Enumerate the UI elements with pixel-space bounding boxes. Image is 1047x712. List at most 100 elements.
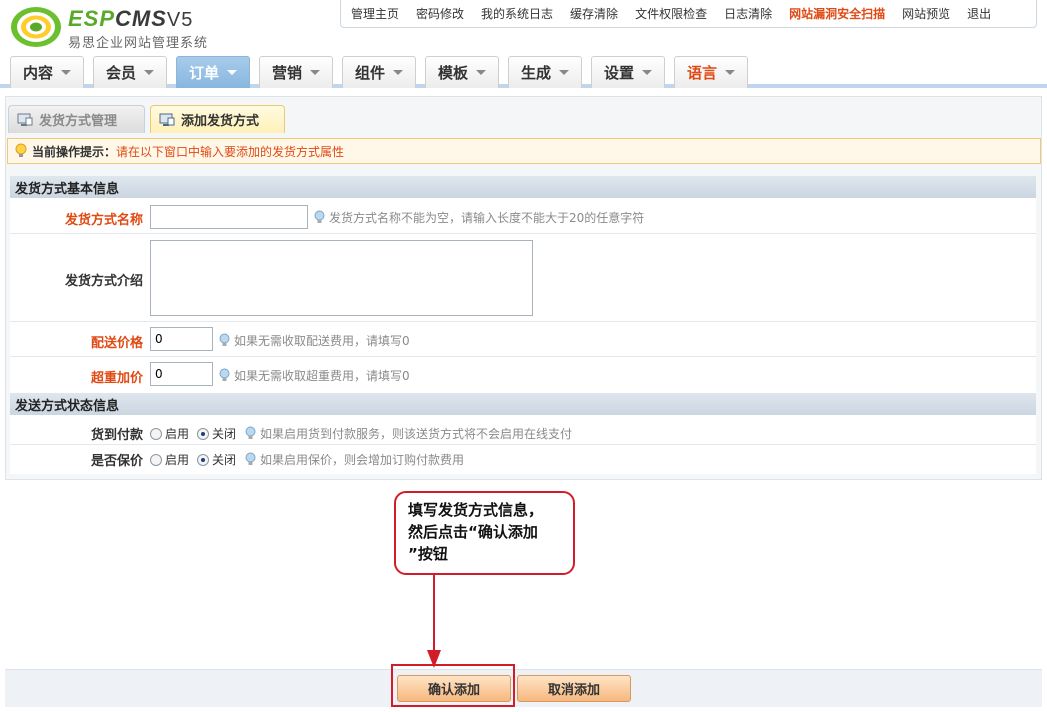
nav-tab-label: 语言: [686, 64, 717, 82]
logo-icon: [11, 7, 61, 47]
delivery-price-input[interactable]: [150, 327, 213, 351]
nav-tab-label: 模板: [437, 64, 468, 82]
lightbulb-icon: [314, 210, 325, 223]
chevron-down-icon: [61, 70, 71, 75]
link-admin-home[interactable]: 管理主页: [351, 5, 399, 22]
nav-tab-settings[interactable]: 设置: [591, 56, 665, 88]
row-intro: 发货方式介绍: [10, 234, 1036, 322]
tab-add-shipping[interactable]: 添加发货方式: [150, 105, 285, 133]
row-insure: 是否保价 启用 关闭 如果启用保价，则会增加订购付款费用: [10, 445, 1036, 471]
chevron-down-icon: [476, 70, 486, 75]
nav-tab-label: 生成: [520, 64, 551, 82]
cancel-add-button[interactable]: 取消添加: [517, 675, 631, 702]
logo: ESPCMSV5 易思企业网站管理系统: [10, 4, 220, 51]
logo-esp: ESP: [68, 6, 116, 31]
name-label: 发货方式名称: [64, 213, 143, 228]
nav-tab-language[interactable]: 语言: [674, 56, 748, 88]
link-change-password[interactable]: 密码修改: [416, 5, 464, 22]
chevron-down-icon: [393, 70, 403, 75]
tab-shipping-manage[interactable]: 发货方式管理: [8, 105, 145, 133]
link-file-permission-check[interactable]: 文件权限检查: [635, 5, 707, 22]
shipping-intro-textarea[interactable]: [150, 240, 533, 316]
link-security-scan[interactable]: 网站漏洞安全扫描: [789, 5, 885, 22]
name-hint: 发货方式名称不能为空，请输入长度不能大于20的任意字符: [313, 209, 644, 226]
callout-line: 然后点击“确认添加: [408, 523, 538, 541]
top-links-bar: 管理主页 密码修改 我的系统日志 缓存清除 文件权限检查 日志清除 网站漏洞安全…: [340, 0, 1037, 28]
lightbulb-icon: [219, 368, 230, 381]
monitor-icon: [159, 113, 175, 126]
nav-tab-member[interactable]: 会员: [93, 56, 167, 88]
instruction-callout: 填写发货方式信息， 然后点击“确认添加 ”按钮: [394, 491, 575, 575]
hint-text: 如果启用货到付款服务，则该送货方式将不会启用在线支付: [260, 427, 573, 441]
hint-text: 如果无需收取超重费用，请填写0: [234, 369, 410, 383]
price-label: 配送价格: [90, 336, 143, 351]
radio-label: 启用: [165, 427, 190, 441]
tip-label: 当前操作提示：: [32, 144, 117, 159]
nav-tab-content[interactable]: 内容: [10, 56, 84, 88]
operation-tip: 当前操作提示： 请在以下窗口中输入要添加的发货方式属性: [7, 138, 1041, 164]
shipping-name-input[interactable]: [150, 205, 308, 229]
nav-tab-label: 内容: [22, 64, 53, 82]
cod-enable-radio[interactable]: [150, 427, 162, 440]
price-hint: 如果无需收取配送费用，请填写0: [218, 332, 410, 349]
nav-tab-label: 营销: [271, 64, 302, 82]
hint-text: 如果无需收取配送费用，请填写0: [234, 334, 410, 348]
logo-subtitle: 易思企业网站管理系统: [68, 36, 209, 51]
monitor-icon: [17, 113, 33, 126]
row-cod: 货到付款 启用 关闭 如果启用货到付款服务，则该送货方式将不会启用在线支付: [10, 419, 1036, 445]
radio-label: 启用: [165, 453, 190, 467]
chevron-down-icon: [642, 70, 652, 75]
section-status-info: 发送方式状态信息: [10, 393, 1036, 415]
tab-label: 添加发货方式: [181, 114, 260, 129]
callout-line: 填写发货方式信息，: [408, 501, 544, 519]
logo-cms: CMS: [115, 6, 167, 31]
radio-label: 关闭: [212, 427, 237, 441]
insure-hint: 如果启用保价，则会增加订购付款费用: [244, 451, 464, 468]
chevron-down-icon: [144, 70, 154, 75]
cod-label: 货到付款: [90, 428, 143, 443]
insure-label: 是否保价: [90, 454, 143, 469]
nav-tab-components[interactable]: 组件: [342, 56, 416, 88]
nav-tab-templates[interactable]: 模板: [425, 56, 499, 88]
section-basic-info: 发货方式基本信息: [10, 176, 1036, 198]
nav-tab-label: 设置: [603, 64, 634, 82]
row-price: 配送价格 如果无需收取配送费用，请填写0: [10, 322, 1036, 357]
chevron-down-icon: [725, 70, 735, 75]
insure-enable-radio[interactable]: [150, 453, 162, 466]
insure-disable-radio[interactable]: [197, 453, 210, 466]
link-logout[interactable]: 退出: [967, 5, 991, 22]
link-site-preview[interactable]: 网站预览: [902, 5, 950, 22]
chevron-down-icon: [227, 70, 237, 75]
callout-arrow-line: [433, 575, 435, 653]
lightbulb-icon: [245, 426, 256, 439]
cod-radio-group: 启用 关闭 如果启用货到付款服务，则该送货方式将不会启用在线支付: [150, 425, 572, 442]
overweight-price-input[interactable]: [150, 362, 213, 386]
nav-tab-marketing[interactable]: 营销: [259, 56, 333, 88]
nav-tab-label: 会员: [105, 64, 136, 82]
cod-disable-radio[interactable]: [197, 427, 210, 440]
overweight-hint: 如果无需收取超重费用，请填写0: [218, 367, 410, 384]
tip-text: 请在以下窗口中输入要添加的发货方式属性: [116, 144, 345, 159]
logo-version: V5: [166, 9, 194, 31]
link-my-system-log[interactable]: 我的系统日志: [481, 5, 553, 22]
confirm-add-button[interactable]: 确认添加: [397, 675, 511, 702]
callout-line: ”按钮: [408, 545, 448, 563]
nav-tab-generate[interactable]: 生成: [508, 56, 582, 88]
main-nav: 内容 会员 订单 营销 组件 模板 生成 设置 语言: [0, 52, 1047, 88]
nav-tab-order[interactable]: 订单: [176, 56, 250, 88]
chevron-down-icon: [559, 70, 569, 75]
nav-tab-label: 订单: [188, 64, 219, 82]
intro-label: 发货方式介绍: [64, 274, 143, 289]
tab-label: 发货方式管理: [39, 114, 118, 129]
lightbulb-icon: [245, 452, 256, 465]
insure-radio-group: 启用 关闭 如果启用保价，则会增加订购付款费用: [150, 451, 464, 468]
hint-text: 发货方式名称不能为空，请输入长度不能大于20的任意字符: [329, 211, 645, 225]
chevron-down-icon: [310, 70, 320, 75]
row-name: 发货方式名称 发货方式名称不能为空，请输入长度不能大于20的任意字符: [10, 198, 1036, 234]
lightbulb-icon: [219, 333, 230, 346]
link-clear-cache[interactable]: 缓存清除: [570, 5, 618, 22]
link-clear-log[interactable]: 日志清除: [724, 5, 772, 22]
logo-wordmark: ESPCMSV5: [68, 6, 193, 32]
lightbulb-icon: [15, 143, 27, 157]
hint-text: 如果启用保价，则会增加订购付款费用: [260, 453, 465, 467]
